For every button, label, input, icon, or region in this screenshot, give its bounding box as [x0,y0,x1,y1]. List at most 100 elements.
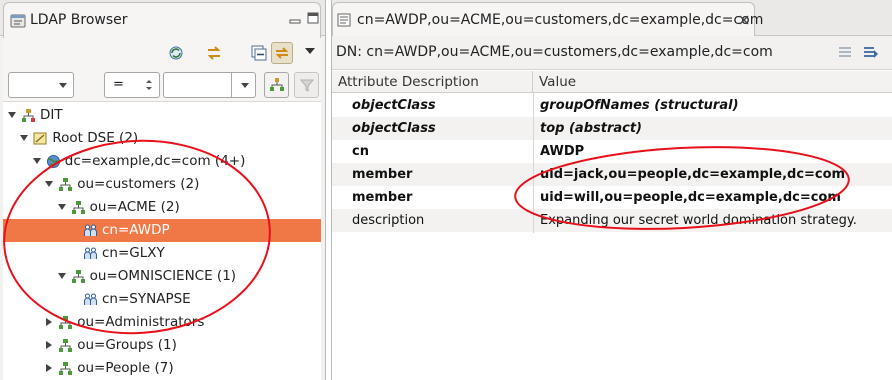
browser-toolbar [3,38,321,68]
attribute-row[interactable]: cn AWDP [332,140,892,163]
tree-node[interactable]: cn=AWDP [3,219,321,242]
view-title: LDAP Browser [30,12,128,28]
tree-node-label: ou=People (7) [77,360,174,376]
attribute-value-cell[interactable]: uid=will,ou=people,dc=example,dc=com [540,190,841,205]
group-icon [83,292,98,307]
dit-icon [21,108,36,123]
tree-node[interactable]: cn=GLXY [3,242,321,265]
attribute-value-cell[interactable]: AWDP [540,144,584,159]
dit-tree: DIT Root DSE (2) dc=example,dc=com (4+) ou=… [3,102,321,380]
expanded-triangle-icon[interactable] [19,133,29,143]
attribute-row[interactable]: objectClass groupOfNames (structural) [332,94,892,117]
clear-filter-icon [299,79,315,92]
tree-node[interactable]: ou=customers (2) [3,173,321,196]
expand-all-icon[interactable] [837,44,855,60]
tree-node[interactable]: DIT [3,104,321,127]
attribute-name-cell[interactable]: member [352,190,412,205]
editor-tab-title: cn=AWDP,ou=ACME,ou=customers,dc=example,… [357,12,764,28]
dn-bar: DN: cn=AWDP,ou=ACME,ou=customers,dc=exam… [332,36,892,70]
org-unit-icon [71,269,86,284]
link-with-editor-button[interactable] [203,42,225,64]
sync-arrows-icon [275,47,289,59]
refresh-icon [169,46,183,60]
chevron-down-icon [59,83,67,88]
ldap-browser-tab[interactable]: LDAP Browser [3,2,321,38]
link-button[interactable] [271,42,293,64]
column-header-value[interactable]: Value [533,71,892,93]
tree-node-label: ou=Administrators [77,314,205,330]
attribute-name-cell[interactable]: objectClass [352,98,436,113]
org-unit-icon [71,200,86,215]
tree-node-label: Root DSE (2) [52,130,139,146]
collapsed-triangle-icon[interactable] [44,317,54,327]
attribute-value-cell[interactable]: top (abstract) [540,121,642,136]
collapse-all-button[interactable] [247,42,269,64]
attribute-row[interactable]: member uid=will,ou=people,dc=example,dc=c… [332,186,892,209]
attribute-value-cell[interactable]: groupOfNames (structural) [540,98,739,113]
column-header-attribute[interactable]: Attribute Description [332,71,533,93]
tree-node-label: ou=Groups (1) [77,337,177,353]
clear-quick-search-button[interactable] [294,72,319,98]
tree-node[interactable]: cn=SYNAPSE [3,288,321,311]
tree-node-label: cn=AWDP [102,222,170,238]
refresh-button[interactable] [165,42,187,64]
tree-search-icon [270,78,284,91]
attribute-name-cell[interactable]: cn [352,144,369,159]
tree-node-label: cn=GLXY [102,245,165,261]
tree-node-label: dc=example,dc=com (4+) [64,153,246,169]
collapsed-triangle-icon[interactable] [44,363,54,373]
maximize-icon[interactable] [306,11,320,25]
org-unit-icon [58,361,73,376]
tree-node-label: cn=SYNAPSE [102,291,191,307]
org-unit-icon [58,338,73,353]
expanded-triangle-icon[interactable] [32,156,42,166]
operator-combo[interactable]: = [104,72,160,98]
tree-node[interactable]: ou=People (7) [3,357,321,380]
group-icon [83,223,98,238]
expanded-triangle-icon[interactable] [57,271,67,281]
attribute-row[interactable]: description Expanding our secret world do… [332,209,892,232]
swap-arrows-icon [207,46,221,60]
attribute-value-cell[interactable]: uid=jack,ou=people,dc=example,dc=com [540,167,845,182]
entry-editor: cn=AWDP,ou=ACME,ou=customers,dc=example,… [331,0,892,380]
collapse-all-icon [251,45,267,61]
tree-node-label: ou=OMNISCIENCE (1) [89,268,237,284]
tree-node[interactable]: ou=OMNISCIENCE (1) [3,265,321,288]
tree-node[interactable]: ou=Groups (1) [3,334,321,357]
attribute-value-cell[interactable]: Expanding our secret world domination st… [540,213,857,228]
attribute-name-cell[interactable]: objectClass [352,121,436,136]
collapsed-triangle-icon[interactable] [44,340,54,350]
view-titlebar: LDAP Browser [0,0,325,38]
run-quick-search-button[interactable] [264,72,289,98]
ldap-browser-icon [10,14,26,28]
value-combo-dropdown[interactable] [231,72,256,98]
entry-editor-tab[interactable]: cn=AWDP,ou=ACME,ou=customers,dc=example,… [332,2,763,36]
expanded-triangle-icon[interactable] [44,179,54,189]
column-divider [533,93,534,233]
org-unit-icon [58,177,73,192]
tree-node-label: ou=customers (2) [77,176,200,192]
org-unit-icon [58,315,73,330]
close-icon[interactable] [738,14,750,26]
attribute-name-cell[interactable]: member [352,167,412,182]
tree-node[interactable]: ou=Administrators [3,311,321,334]
tree-node[interactable]: Root DSE (2) [3,127,321,150]
tree-node-label: ou=ACME (2) [89,199,180,215]
editor-titlebar: cn=AWDP,ou=ACME,ou=customers,dc=example,… [332,0,892,36]
view-menu-chevron-icon[interactable] [304,46,316,56]
attribute-row[interactable]: objectClass top (abstract) [332,117,892,140]
chevron-down-icon [241,83,249,88]
attribute-row[interactable]: member uid=jack,ou=people,dc=example,dc=c… [332,163,892,186]
expanded-triangle-icon[interactable] [7,110,17,120]
expanded-triangle-icon[interactable] [57,202,67,212]
up-down-arrows-icon [146,80,152,90]
operator-combo-value: = [113,77,124,92]
group-icon [83,246,98,261]
attribute-name-cell[interactable]: description [352,213,424,228]
globe-icon [46,154,61,169]
attribute-combo[interactable] [8,72,74,98]
minimize-icon[interactable] [288,11,302,25]
tree-node[interactable]: ou=ACME (2) [3,196,321,219]
show-menu-icon[interactable] [862,44,880,60]
tree-node[interactable]: dc=example,dc=com (4+) [3,150,321,173]
